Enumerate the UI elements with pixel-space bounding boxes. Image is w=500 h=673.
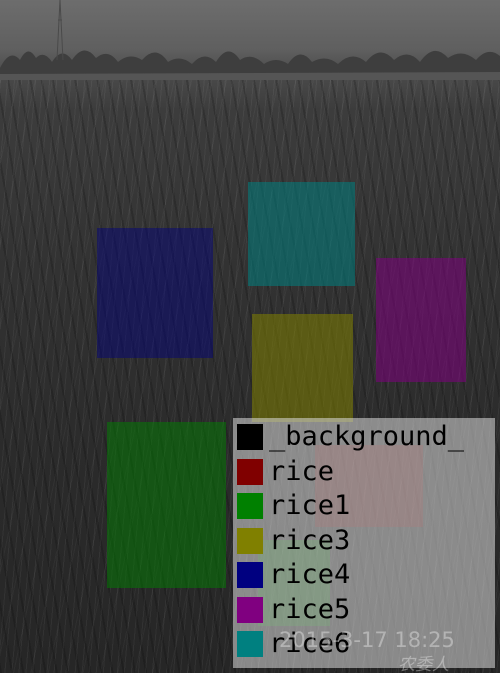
legend-label: rice3 xyxy=(269,524,351,556)
annotation-box-rice4 xyxy=(97,228,213,358)
legend-swatch xyxy=(237,493,263,519)
legend-item-rice1: rice1 xyxy=(237,489,350,523)
annotation-box-rice1 xyxy=(107,422,226,588)
legend-swatch xyxy=(237,424,263,450)
transmission-tower xyxy=(56,0,64,60)
legend-swatch xyxy=(237,458,263,485)
legend-swatch xyxy=(237,527,263,554)
legend-label: _background_ xyxy=(269,421,465,452)
annotation-box-rice6 xyxy=(248,182,355,286)
legend-label: rice5 xyxy=(269,593,351,625)
annotation-box-rice5 xyxy=(376,258,466,382)
annotation-box-rice3 xyxy=(252,314,353,422)
legend-label: rice4 xyxy=(269,559,351,590)
legend-swatch xyxy=(237,631,263,657)
rice-field-photo: _background_ rice rice1 rice3 rice4 rice5 rice… xyxy=(0,0,500,673)
tree-line xyxy=(0,50,500,80)
watermark: 农委人 xyxy=(398,655,449,673)
legend-item-background: _background_ xyxy=(237,420,464,454)
legend-swatch xyxy=(237,562,263,588)
legend-swatch xyxy=(237,596,263,623)
legend-label: rice xyxy=(269,455,335,487)
legend-item-rice: rice xyxy=(237,455,334,489)
legend-item-rice5: rice5 xyxy=(237,593,350,627)
legend-label: rice1 xyxy=(269,490,351,521)
legend-item-rice3: rice3 xyxy=(237,524,350,558)
photo-timestamp: 2015-3-17 18:25 xyxy=(279,628,455,652)
legend-item-rice4: rice4 xyxy=(237,558,350,592)
